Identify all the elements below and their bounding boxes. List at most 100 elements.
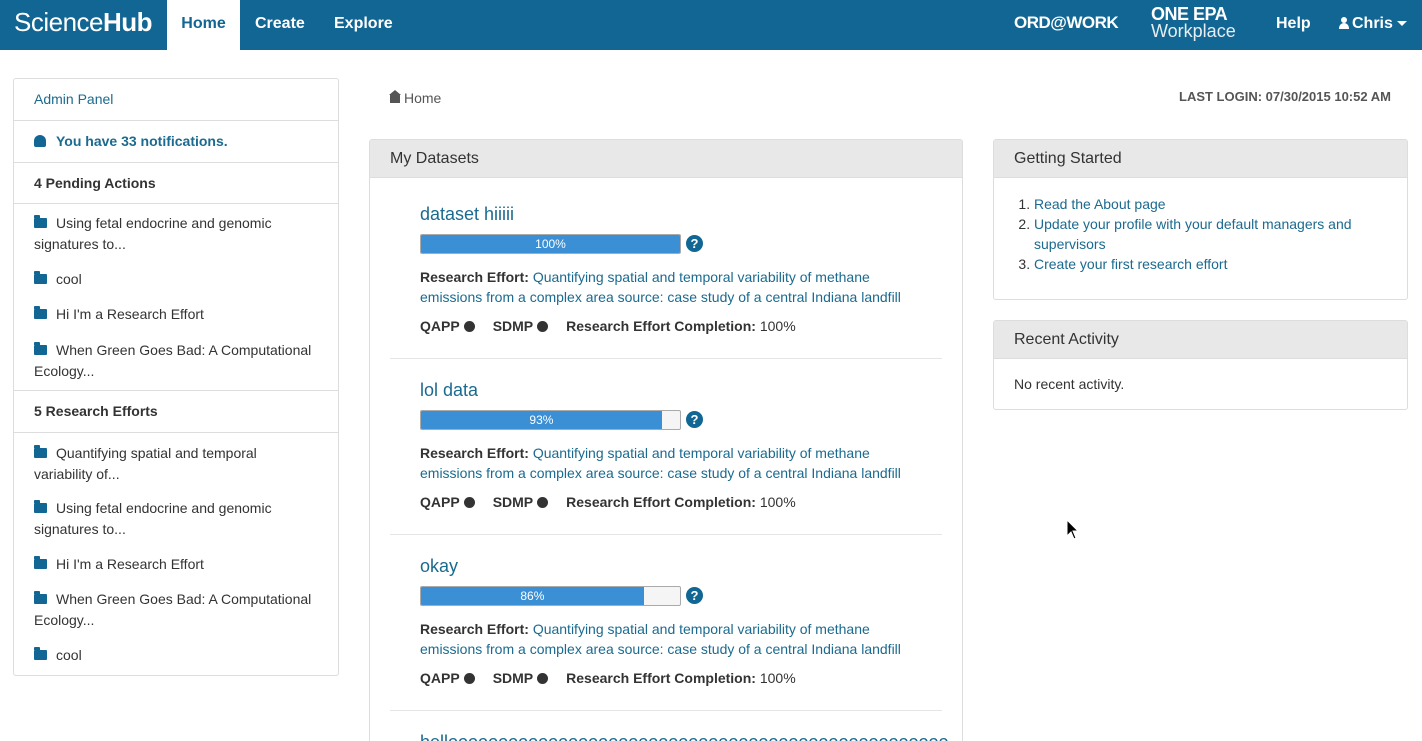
qapp-label: QAPP: [420, 318, 460, 334]
sidebar-item-pending[interactable]: When Green Goes Bad: A Computational Eco…: [14, 340, 338, 391]
sidebar-item-pending[interactable]: Hi I'm a Research Effort: [14, 304, 338, 325]
brand-logo[interactable]: ScienceHub: [14, 7, 153, 38]
sdmp-label: SDMP: [492, 670, 534, 686]
getting-started-list: Read the About page Update your profile …: [1014, 194, 1384, 274]
dataset-meta: QAPP SDMP Research Effort Completion: 100%: [420, 670, 796, 686]
qapp-status-dot: [463, 321, 475, 332]
my-datasets-panel: My Datasets dataset hiiiii 100%? Research …: [369, 139, 963, 741]
folder-icon: [34, 215, 47, 228]
sidebar-item-pending[interactable]: cool: [14, 269, 338, 290]
completion-label: Research Effort Completion:: [566, 670, 756, 686]
nav-home[interactable]: Home: [167, 0, 240, 50]
sidebar: Admin Panel You have 33 notifications. 4…: [13, 78, 339, 676]
qapp-status-dot: [463, 673, 475, 684]
sidebar-item-label: When Green Goes Bad: A Computational Eco…: [34, 591, 312, 628]
research-effort-label: Research Effort:: [420, 269, 529, 285]
sidebar-item-pending[interactable]: Using fetal endocrine and genomic signat…: [14, 213, 338, 255]
folder-icon: [34, 591, 47, 604]
sidebar-notifications-row[interactable]: You have 33 notifications.: [14, 121, 338, 163]
folder-icon: [34, 647, 47, 660]
completion-value: 100%: [759, 318, 796, 334]
sdmp-status-dot: [537, 321, 549, 332]
breadcrumb-home: Home: [404, 90, 442, 106]
folder-icon: [34, 500, 47, 513]
dataset-progress: 93%: [420, 410, 681, 430]
qapp-label: QAPP: [420, 670, 460, 686]
dataset-title-link[interactable]: okay: [420, 556, 458, 577]
sdmp-status-dot: [537, 497, 549, 508]
dataset-research-effort: Research Effort: Quantifying spatial and…: [420, 619, 930, 659]
qapp-label: QAPP: [420, 494, 460, 510]
help-link[interactable]: Help: [1276, 15, 1311, 33]
dataset-meta: QAPP SDMP Research Effort Completion: 100%: [420, 318, 796, 334]
help-question-icon[interactable]: ?: [686, 587, 703, 604]
sidebar-item-label: Hi I'm a Research Effort: [56, 556, 204, 572]
dataset-title-link[interactable]: helloooooooooooooooooooooooooooooooooooo…: [420, 732, 949, 741]
sidebar-item-label: cool: [56, 271, 82, 287]
recent-activity-panel: Recent Activity No recent activity.: [993, 320, 1408, 410]
brand-light: Science: [14, 7, 104, 37]
getting-started-heading: Getting Started: [994, 140, 1407, 178]
sidebar-item-label: Quantifying spatial and temporal variabi…: [34, 445, 257, 482]
completion-value: 100%: [759, 670, 796, 686]
help-question-icon[interactable]: ?: [686, 411, 703, 428]
folder-icon: [34, 306, 47, 319]
folder-icon: [34, 271, 47, 284]
dataset-title-link[interactable]: dataset hiiiii: [420, 204, 514, 225]
recent-activity-heading: Recent Activity: [994, 321, 1407, 359]
research-effort-label: Research Effort:: [420, 621, 529, 637]
last-login: LAST LOGIN: 07/30/2015 10:52 AM: [1179, 89, 1391, 104]
dataset-progress-bar: 93%: [421, 411, 662, 429]
sidebar-item-label: Hi I'm a Research Effort: [56, 306, 204, 322]
sidebar-item-label: When Green Goes Bad: A Computational Eco…: [34, 342, 312, 379]
sidebar-item-label: cool: [56, 647, 82, 663]
sidebar-item-effort[interactable]: When Green Goes Bad: A Computational Eco…: [14, 589, 338, 631]
bell-icon: [34, 135, 46, 147]
dataset-entry: helloooooooooooooooooooooooooooooooooooo…: [390, 716, 949, 741]
dataset-entry: dataset hiiiii 100%? Research Effort: Quan…: [390, 188, 942, 359]
admin-panel-link[interactable]: Admin Panel: [34, 91, 113, 107]
dataset-entry: okay 86%? Research Effort: Quantifying spa…: [390, 540, 942, 711]
sidebar-item-effort[interactable]: Using fetal endocrine and genomic signat…: [14, 498, 338, 540]
notifications-link[interactable]: You have 33 notifications.: [56, 133, 228, 149]
top-navbar: ScienceHub Home Create Explore ORD@WORK …: [0, 0, 1422, 50]
pending-actions-heading: 4 Pending Actions: [14, 163, 338, 204]
breadcrumb[interactable]: Home: [389, 90, 442, 106]
sdmp-status-dot: [537, 673, 549, 684]
help-question-icon[interactable]: ?: [686, 235, 703, 252]
recent-activity-empty: No recent activity.: [1014, 376, 1125, 392]
folder-icon: [34, 556, 47, 569]
nav-create[interactable]: Create: [240, 0, 320, 50]
user-menu[interactable]: Chris: [1339, 15, 1407, 33]
brand-bold: Hub: [103, 7, 153, 37]
sidebar-item-effort[interactable]: Quantifying spatial and temporal variabi…: [14, 443, 338, 485]
create-research-effort-link[interactable]: Create your first research effort: [1034, 256, 1227, 272]
update-profile-link[interactable]: Update your profile with your default ma…: [1034, 216, 1352, 252]
sidebar-item-effort[interactable]: cool: [14, 645, 338, 666]
completion-label: Research Effort Completion:: [566, 494, 756, 510]
sidebar-item-effort[interactable]: Hi I'm a Research Effort: [14, 554, 338, 575]
my-datasets-heading: My Datasets: [370, 140, 962, 178]
nav-explore[interactable]: Explore: [319, 0, 408, 50]
sdmp-label: SDMP: [492, 318, 534, 334]
user-icon: [1339, 17, 1349, 29]
completion-label: Research Effort Completion:: [566, 318, 756, 334]
sidebar-admin-row: Admin Panel: [14, 79, 338, 121]
mouse-cursor-icon: [1066, 519, 1080, 540]
oneepa-workplace-link[interactable]: ONE EPA Workplace: [1151, 5, 1236, 41]
completion-value: 100%: [759, 494, 796, 510]
dataset-progress-bar: 100%: [421, 235, 680, 253]
home-icon: [389, 90, 401, 103]
folder-icon: [34, 342, 47, 355]
dataset-progress: 86%: [420, 586, 681, 606]
getting-started-item: Update your profile with your default ma…: [1034, 214, 1384, 254]
about-page-link[interactable]: Read the About page: [1034, 196, 1166, 212]
sidebar-item-label: Using fetal endocrine and genomic signat…: [34, 215, 272, 252]
ordwork-link[interactable]: ORD@WORK: [1014, 13, 1119, 33]
getting-started-item: Read the About page: [1034, 194, 1384, 214]
dataset-progress-bar: 86%: [421, 587, 644, 605]
sidebar-item-label: Using fetal endocrine and genomic signat…: [34, 500, 272, 537]
dataset-research-effort: Research Effort: Quantifying spatial and…: [420, 443, 930, 483]
dataset-title-link[interactable]: lol data: [420, 380, 478, 401]
oneepa-line2: Workplace: [1151, 21, 1236, 41]
